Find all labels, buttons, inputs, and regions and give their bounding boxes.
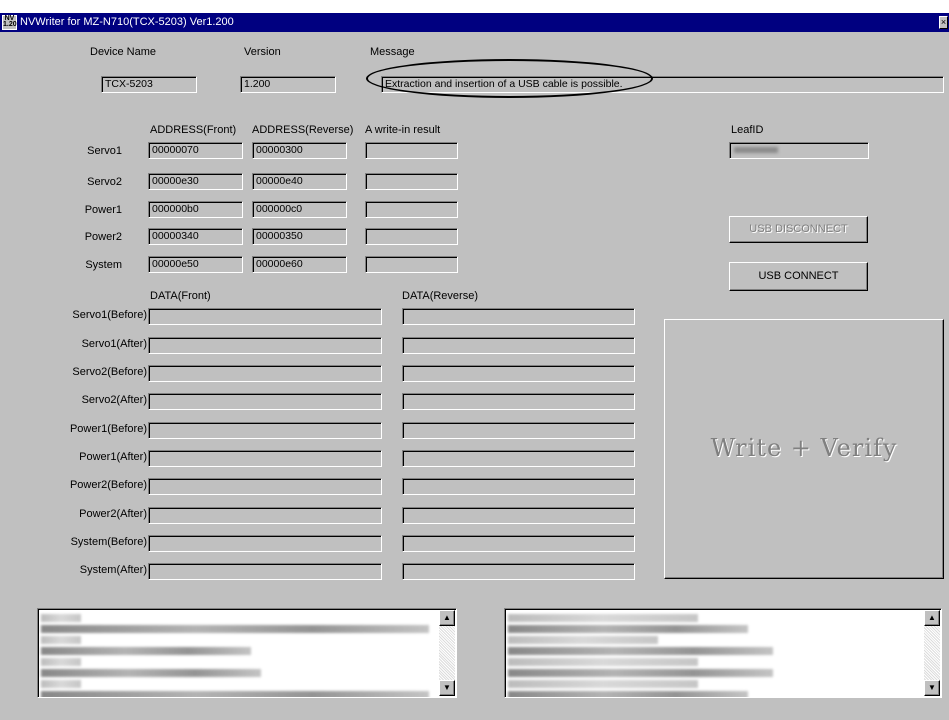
write-result-field — [365, 142, 458, 159]
address-front-field[interactable]: 00000070 — [148, 142, 243, 159]
data-reverse-field — [402, 308, 635, 325]
main-panel: Device Name Version Message TCX-5203 1.2… — [0, 32, 949, 720]
data-reverse-field — [402, 563, 635, 580]
data-front-field — [148, 450, 382, 467]
address-reverse-field[interactable]: 00000e40 — [252, 173, 347, 190]
data-front-field — [148, 393, 382, 410]
data-reverse-field — [402, 422, 635, 439]
version-field: 1.200 — [240, 76, 336, 93]
leaf-id-field — [729, 142, 869, 159]
right-log-text-redacted — [505, 609, 923, 697]
address-row-label: Servo2 — [87, 176, 122, 188]
address-reverse-header: ADDRESS(Reverse) — [252, 124, 354, 136]
data-row-label: Power1(After) — [79, 451, 147, 463]
data-reverse-header: DATA(Reverse) — [402, 290, 478, 302]
window-title: NVWriter for MZ-N710(TCX-5203) Ver1.200 — [20, 16, 234, 28]
address-row-label: Servo1 — [87, 145, 122, 157]
address-row-label: Power2 — [84, 231, 122, 243]
data-front-field — [148, 422, 382, 439]
title-bar: NV 1.20 NVWriter for MZ-N710(TCX-5203) V… — [0, 13, 949, 32]
left-log-scrollbar[interactable]: ▲ ▼ — [439, 610, 455, 696]
left-log-box[interactable]: ▲ ▼ — [37, 608, 457, 698]
left-log-text-redacted — [38, 609, 438, 697]
leaf-id-label: LeafID — [731, 124, 764, 136]
address-reverse-field[interactable]: 000000c0 — [252, 201, 347, 218]
device-name-label: Device Name — [90, 46, 157, 58]
address-row-label: Power1 — [84, 204, 122, 216]
data-reverse-field — [402, 507, 635, 524]
data-front-field — [148, 337, 382, 354]
write-in-result-header: A write-in result — [365, 124, 441, 136]
data-row-label: System(Before) — [70, 536, 147, 548]
data-row-label: Power2(After) — [79, 508, 147, 520]
address-front-field[interactable]: 000000b0 — [148, 201, 243, 218]
address-front-field[interactable]: 00000e50 — [148, 256, 243, 273]
data-reverse-field — [402, 535, 635, 552]
data-row-label: Power2(Before) — [69, 479, 147, 491]
address-reverse-field[interactable]: 00000350 — [252, 228, 347, 245]
data-reverse-field — [402, 450, 635, 467]
data-front-field — [148, 365, 382, 382]
scroll-up-arrow-icon[interactable]: ▲ — [924, 610, 940, 626]
data-front-field — [148, 563, 382, 580]
right-log-box[interactable]: ▲ ▼ — [504, 608, 942, 698]
address-front-field[interactable]: 00000340 — [148, 228, 243, 245]
data-reverse-field — [402, 365, 635, 382]
write-verify-button[interactable]: Write + Verify — [664, 319, 944, 579]
write-result-field — [365, 201, 458, 218]
data-front-field — [148, 535, 382, 552]
address-front-header: ADDRESS(Front) — [150, 124, 237, 136]
version-label: Version — [244, 46, 281, 58]
device-name-field: TCX-5203 — [101, 76, 197, 93]
data-row-label: System(After) — [79, 564, 147, 576]
address-front-field[interactable]: 00000e30 — [148, 173, 243, 190]
message-field: Extraction and insertion of a USB cable … — [381, 76, 944, 93]
usb-disconnect-button[interactable]: USB DISCONNECT — [729, 216, 868, 243]
data-reverse-field — [402, 337, 635, 354]
address-reverse-field[interactable]: 00000e60 — [252, 256, 347, 273]
data-front-header: DATA(Front) — [150, 290, 211, 302]
scroll-down-arrow-icon[interactable]: ▼ — [439, 680, 455, 696]
data-row-label: Power1(Before) — [69, 423, 147, 435]
write-result-field — [365, 228, 458, 245]
data-front-field — [148, 507, 382, 524]
data-front-field — [148, 308, 382, 325]
data-reverse-field — [402, 478, 635, 495]
message-label: Message — [370, 46, 415, 58]
write-result-field — [365, 256, 458, 273]
close-button[interactable]: × — [939, 16, 948, 29]
data-front-field — [148, 478, 382, 495]
leaf-id-redacted — [734, 147, 778, 153]
app-icon: NV 1.20 — [2, 15, 17, 30]
scroll-up-arrow-icon[interactable]: ▲ — [439, 610, 455, 626]
data-row-label: Servo2(After) — [81, 394, 147, 406]
address-reverse-field[interactable]: 00000300 — [252, 142, 347, 159]
data-row-label: Servo2(Before) — [72, 366, 147, 378]
scroll-down-arrow-icon[interactable]: ▼ — [924, 680, 940, 696]
data-reverse-field — [402, 393, 635, 410]
right-log-scrollbar[interactable]: ▲ ▼ — [924, 610, 940, 696]
write-result-field — [365, 173, 458, 190]
address-row-label: System — [85, 259, 122, 271]
data-row-label: Servo1(Before) — [72, 309, 147, 321]
usb-connect-button[interactable]: USB CONNECT — [729, 262, 868, 291]
data-row-label: Servo1(After) — [81, 338, 147, 350]
